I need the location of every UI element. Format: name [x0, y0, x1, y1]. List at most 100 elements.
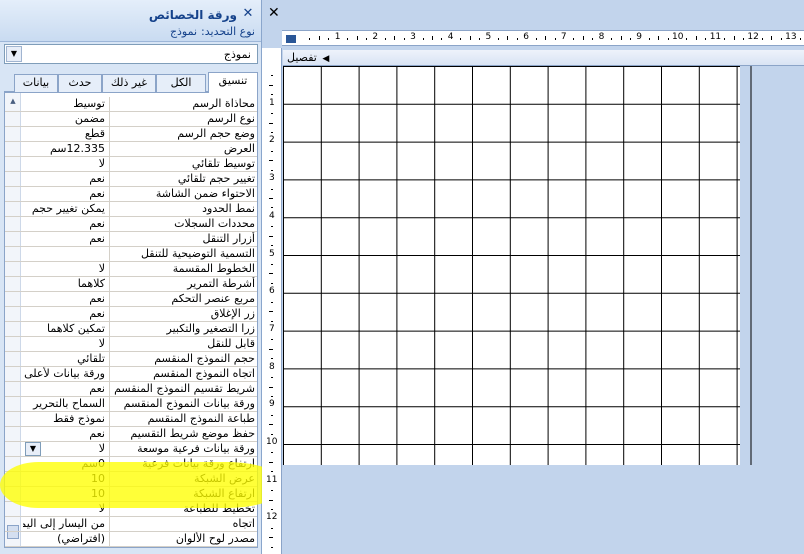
property-row[interactable]: نوع الرسم مضمن	[5, 112, 257, 127]
object-select[interactable]: نموذج ▼	[4, 44, 258, 64]
ruler-tick	[629, 38, 631, 40]
ruler-number: 3	[269, 173, 275, 184]
ruler-number: 12	[747, 32, 759, 42]
ruler-number: 7	[269, 323, 275, 334]
property-row[interactable]: حجم النموذج المنقسم تلقائي	[5, 352, 257, 367]
property-row[interactable]: شريط تقسيم النموذج المنقسم نعم	[5, 382, 257, 397]
property-value[interactable]: نعم	[23, 382, 107, 397]
property-value[interactable]: كلاهما	[23, 277, 107, 292]
property-row[interactable]: الخطوط المقسمة لا	[5, 262, 257, 277]
property-value[interactable]: نعم	[23, 307, 107, 322]
chevron-down-icon[interactable]: ▼	[6, 46, 22, 62]
property-name: نوع الرسم	[109, 112, 257, 127]
property-row[interactable]: ورقة بيانات النموذج المنقسم السماح بالتحر…	[5, 397, 257, 412]
property-row[interactable]: زر الإغلاق نعم	[5, 307, 257, 322]
ruler-tick	[611, 38, 612, 40]
ruler-number: 8	[269, 361, 275, 372]
property-value[interactable]	[23, 247, 107, 262]
ruler-tick	[271, 282, 273, 284]
property-row[interactable]: تغيير حجم تلقائي نعم	[5, 172, 257, 187]
ruler-tick	[620, 36, 622, 40]
property-value[interactable]: لا	[23, 262, 107, 277]
detail-section-bar[interactable]: ◀ تفصيل	[283, 50, 804, 66]
ruler-number: 4	[447, 32, 454, 42]
chevron-down-icon[interactable]: ▼	[25, 442, 41, 456]
property-value[interactable]: السماح بالتحرير	[23, 397, 107, 412]
property-row[interactable]: العرض 12.335سم	[5, 142, 257, 157]
tab-other[interactable]: غير ذلك	[102, 74, 156, 92]
property-value[interactable]: نعم	[23, 292, 107, 307]
property-value[interactable]: نعم	[23, 172, 107, 187]
close-icon[interactable]: ✕	[241, 7, 255, 21]
property-row[interactable]: حفظ موضع شريط التقسيم نعم	[5, 427, 257, 442]
property-row[interactable]: عرض الشبكة 10	[5, 472, 257, 487]
property-value[interactable]: لا	[23, 157, 107, 172]
ruler-tick	[318, 36, 320, 40]
ruler-number: 9	[636, 32, 643, 42]
property-row[interactable]: طباعة النموذج المنقسم نموذج فقط	[5, 412, 257, 427]
property-row[interactable]: نمط الحدود يمكن تغيير حجم	[5, 202, 257, 217]
ruler-tick	[507, 36, 509, 40]
property-row[interactable]: أشرطة التمرير كلاهما	[5, 277, 257, 292]
property-row[interactable]: التسمية التوضيحية للتنقل	[5, 247, 257, 262]
property-row[interactable]: محددات السجلات نعم	[5, 217, 257, 232]
ruler-tick	[269, 499, 273, 501]
property-value[interactable]: مضمن	[23, 112, 107, 127]
tab-format[interactable]: تنسيق	[208, 72, 258, 93]
property-row[interactable]: قابل للنقل لا	[5, 337, 257, 352]
ruler-tick	[269, 348, 273, 350]
property-row[interactable]: زرا التصغير والتكبير تمكين كلاهما	[5, 322, 257, 337]
ruler-number: 6	[269, 286, 275, 297]
property-value[interactable]: ورقة بيانات لأعلى	[23, 367, 107, 382]
form-grid-canvas[interactable]	[283, 66, 752, 466]
property-value[interactable]: 12.335سم	[23, 142, 107, 157]
tab-all[interactable]: الكل	[156, 74, 206, 92]
property-row[interactable]: تخطيط للطباعة لا	[5, 502, 257, 517]
property-value[interactable]: لا	[23, 337, 107, 352]
ruler-tick	[554, 38, 556, 40]
property-row[interactable]: مصدر لوح الألوان (افتراضي)	[5, 532, 257, 547]
property-row[interactable]: ارتفاع ورقة بيانات فرعية 0سم	[5, 457, 257, 472]
property-value[interactable]: قطع	[23, 127, 107, 142]
property-value[interactable]: نعم	[23, 187, 107, 202]
tab-event[interactable]: حدث	[58, 74, 102, 92]
property-row[interactable]: محاذاة الرسم توسيط	[5, 97, 257, 112]
property-value[interactable]: نعم	[23, 217, 107, 232]
ruler-tick	[441, 38, 443, 40]
ruler-tick	[799, 38, 801, 40]
property-row[interactable]: ارتفاع الشبكة 10	[5, 487, 257, 502]
property-value[interactable]: تمكين كلاهما	[23, 322, 107, 337]
form-background[interactable]	[283, 66, 740, 465]
property-value[interactable]: نموذج فقط	[23, 412, 107, 427]
property-row[interactable]: أزرار التنقل نعم	[5, 232, 257, 247]
object-select-value: نموذج	[223, 48, 251, 61]
property-value[interactable]: 10	[23, 472, 107, 487]
ruler-number: 2	[269, 135, 275, 146]
tab-data[interactable]: بيانات	[14, 74, 58, 92]
property-value[interactable]: نعم	[23, 232, 107, 247]
property-value[interactable]: لا	[23, 502, 107, 517]
property-value[interactable]: من اليسار إلى اليمين	[23, 517, 107, 532]
property-name: زرا التصغير والتكبير	[109, 322, 257, 337]
property-value[interactable]: 10	[23, 487, 107, 502]
property-row[interactable]: اتجاه النموذج المنقسم ورقة بيانات لأعلى	[5, 367, 257, 382]
property-name: توسيط تلقائي	[109, 157, 257, 172]
section-label: ◀ تفصيل	[287, 51, 329, 64]
ruler-tick	[780, 38, 782, 40]
property-row[interactable]: اتجاهمن اليسار إلى اليمين	[5, 517, 257, 532]
close-icon[interactable]: ✕	[268, 6, 282, 20]
property-value[interactable]: (افتراضي)	[23, 532, 107, 547]
property-value[interactable]: تلقائي	[23, 352, 107, 367]
property-value[interactable]: نعم	[23, 427, 107, 442]
property-row[interactable]: توسيط تلقائي لا	[5, 157, 257, 172]
property-row[interactable]: وضع حجم الرسم قطع	[5, 127, 257, 142]
property-row[interactable]: الاحتواء ضمن الشاشة نعم	[5, 187, 257, 202]
property-row[interactable]: مربع عنصر التحكم نعم	[5, 292, 257, 307]
ruler-tick	[516, 38, 518, 40]
property-row[interactable]: ورقة بيانات فرعية موسعة لا ▼	[5, 442, 257, 457]
ruler-tick	[573, 38, 575, 40]
property-value[interactable]: توسيط	[23, 97, 107, 112]
property-value[interactable]: يمكن تغيير حجم	[23, 202, 107, 217]
property-value[interactable]: 0سم	[23, 457, 107, 472]
ruler-tick	[667, 38, 669, 40]
